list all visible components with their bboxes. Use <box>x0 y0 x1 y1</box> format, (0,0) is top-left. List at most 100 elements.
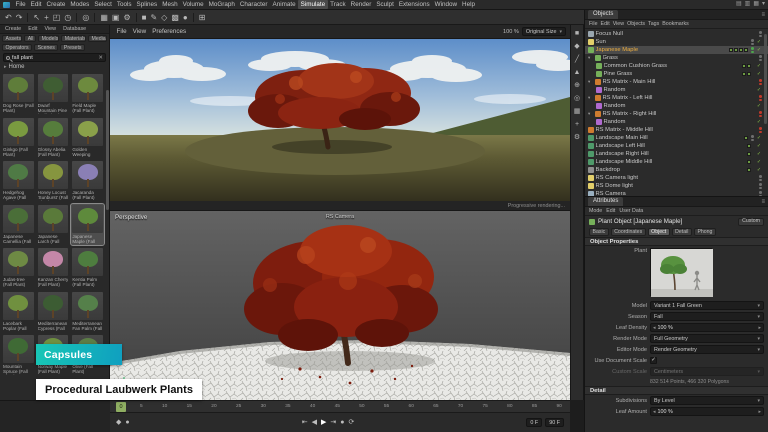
enabled-check-icon[interactable]: ✓ <box>756 63 762 69</box>
volume-icon[interactable]: ▩ <box>171 13 179 22</box>
browser-tab[interactable]: Edit <box>25 25 40 33</box>
rs-matrix-middle-hill[interactable]: RS Matrix - Middle Hill <box>585 126 768 134</box>
plant-preview[interactable] <box>650 248 712 296</box>
editor-visibility-dot[interactable] <box>759 79 762 82</box>
render-visibility-dot[interactable] <box>751 139 754 142</box>
material-swatches[interactable] <box>747 160 751 164</box>
layout-grid-icon[interactable]: ▦ <box>753 0 759 9</box>
enabled-check-icon[interactable]: ✓ <box>756 87 762 93</box>
phong[interactable]: Phong <box>694 228 716 236</box>
browser-tab[interactable]: Database <box>60 25 89 33</box>
increment-icon[interactable]: ▸ <box>758 409 761 415</box>
material-swatches[interactable] <box>742 64 751 68</box>
primitive-cube-icon[interactable]: ■ <box>142 13 147 22</box>
landscape-main-hill[interactable]: Landscape Main Hill ✓ <box>585 134 768 142</box>
visibility-dots[interactable] <box>759 127 762 134</box>
season-dropdown[interactable]: Fall ▾ <box>650 312 764 321</box>
editor-mode-dropdown[interactable]: Render Geometry ▾ <box>650 345 764 354</box>
redo-icon[interactable]: ↷ <box>16 13 23 22</box>
window[interactable]: Window <box>432 0 459 9</box>
dog-rose-fall-plant[interactable]: Dog Rose (Fall Plant) <box>2 73 35 115</box>
use-document-scale-checkbox[interactable]: ✓ <box>650 357 657 364</box>
search-input[interactable] <box>12 55 96 61</box>
polygons-mode-icon[interactable]: ▲ <box>574 69 581 76</box>
playhead[interactable]: 0 <box>116 402 126 412</box>
enabled-check-icon[interactable]: ✓ <box>756 71 762 77</box>
judas-tree-fall-plant[interactable]: Judas-tree (Fall Plant) <box>2 247 35 289</box>
enabled-check-icon[interactable]: ✓ <box>756 143 762 149</box>
filter-chip[interactable]: Models <box>38 35 59 43</box>
visibility-dots[interactable] <box>751 47 754 54</box>
tab-objects[interactable]: Objects <box>588 10 618 19</box>
select-tool-icon[interactable]: ↖ <box>33 13 40 22</box>
visibility-dots[interactable] <box>759 79 762 86</box>
rotate-tool-icon[interactable]: ◷ <box>64 13 71 22</box>
decrement-ic7on[interactable]: ◂ <box>653 409 656 415</box>
render-visibility-dot[interactable] <box>759 35 762 38</box>
mograph[interactable]: MoGraph <box>206 0 237 9</box>
expander-icon[interactable]: ▾ <box>588 95 593 101</box>
filter-chip[interactable]: Scenes <box>34 44 58 52</box>
expander-icon[interactable]: ▾ <box>588 55 593 61</box>
increment-icon[interactable]: ▸ <box>758 325 761 331</box>
random[interactable]: Random ✓ <box>585 118 768 126</box>
objects-menu-item[interactable]: File <box>589 21 598 27</box>
filter-chip[interactable]: Media <box>88 35 107 43</box>
leaf-amount-field[interactable]: ◂ 100 % ▸ <box>650 407 764 416</box>
edges-mode-icon[interactable]: ╱ <box>575 56 579 63</box>
render-view-menu-item[interactable]: View <box>130 27 149 36</box>
volume[interactable]: Volume <box>180 0 206 9</box>
editor-visibility-dot[interactable] <box>759 31 762 34</box>
visibility-dots[interactable] <box>759 111 762 118</box>
separator[interactable] <box>136 13 137 22</box>
file[interactable]: File <box>13 0 28 9</box>
rs-matrix-left-hill[interactable]: ▾ RS Matrix - Left Hill <box>585 94 768 102</box>
keyframe-icon[interactable]: ◆ <box>116 419 121 426</box>
material-swatches[interactable] <box>747 144 751 148</box>
render-mode-dropdown[interactable]: Full Geometry ▾ <box>650 334 764 343</box>
editor-visibility-dot[interactable] <box>759 175 762 178</box>
filter-chip[interactable]: Materials <box>61 35 86 43</box>
snap-grid-icon[interactable]: ⊞ <box>199 13 206 22</box>
render-visibility-dot[interactable] <box>759 115 762 118</box>
splines[interactable]: Splines <box>134 0 160 9</box>
browser-tab[interactable]: Create <box>2 25 24 33</box>
mograph-icon[interactable]: ◇ <box>161 13 167 22</box>
start-frame-field[interactable]: 0 F <box>526 418 542 427</box>
subdivisions-dropdown[interactable]: By Level ▾ <box>650 396 764 405</box>
goto-start-icon[interactable]: ⇤ <box>302 419 308 426</box>
material-swatches[interactable] <box>747 168 751 172</box>
tools[interactable]: Tools <box>114 0 134 9</box>
honey-locust-sunburst-fall-plant[interactable]: Honey Locust 'Sunburst' (Fall Plant) <box>37 160 70 202</box>
layout-split-icon[interactable]: ▥ <box>745 0 751 9</box>
visibility-dots[interactable] <box>759 175 762 182</box>
render-active-icon[interactable]: ▣ <box>112 13 120 22</box>
create[interactable]: Create <box>44 0 68 9</box>
viewport-settings-icon[interactable]: ⚙ <box>574 134 580 141</box>
spline-pen-icon[interactable]: ✎ <box>150 13 157 22</box>
simulate[interactable]: Simulate <box>298 0 328 9</box>
focus-null[interactable]: Focus Null <box>585 30 768 38</box>
japanese-maple[interactable]: Japanese Maple ✓ <box>585 46 768 54</box>
editor-visibility-dot[interactable] <box>759 127 762 130</box>
filter-chip[interactable]: All <box>24 35 36 43</box>
render-visibility-dot[interactable] <box>759 187 762 190</box>
leaf-density-field[interactable]: ◂ 100 % ▸ <box>650 323 764 332</box>
render-view-icon[interactable]: ▦ <box>100 13 108 22</box>
layout-menu-icon[interactable]: ▾ <box>762 0 765 9</box>
basic[interactable]: Basic <box>589 228 609 236</box>
editor-visibility-dot[interactable] <box>759 183 762 186</box>
play-icon[interactable]: ▶ <box>321 419 326 426</box>
japanese-larch-fall-plant[interactable]: Japanese Larch (Fall Plant) <box>37 204 70 246</box>
objects-menu-item[interactable]: Bookmarks <box>662 21 689 27</box>
scale-tool-icon[interactable]: ◰ <box>53 13 61 22</box>
grass[interactable]: ▾ Grass <box>585 54 768 62</box>
attributes-menu-item[interactable]: Edit <box>606 208 615 214</box>
last-tool-icon[interactable]: ◎ <box>82 13 89 22</box>
mediterranean-cypress-fall-plant[interactable]: Mediterranean Cypress (Fall Plant) <box>37 291 70 333</box>
expander-icon[interactable]: ▾ <box>588 79 593 85</box>
goto-end-icon[interactable]: ⇥ <box>330 419 336 426</box>
custom-button[interactable]: Custom <box>738 218 764 226</box>
render-viewport[interactable] <box>110 39 570 201</box>
enabled-check-icon[interactable]: ✓ <box>756 151 762 157</box>
